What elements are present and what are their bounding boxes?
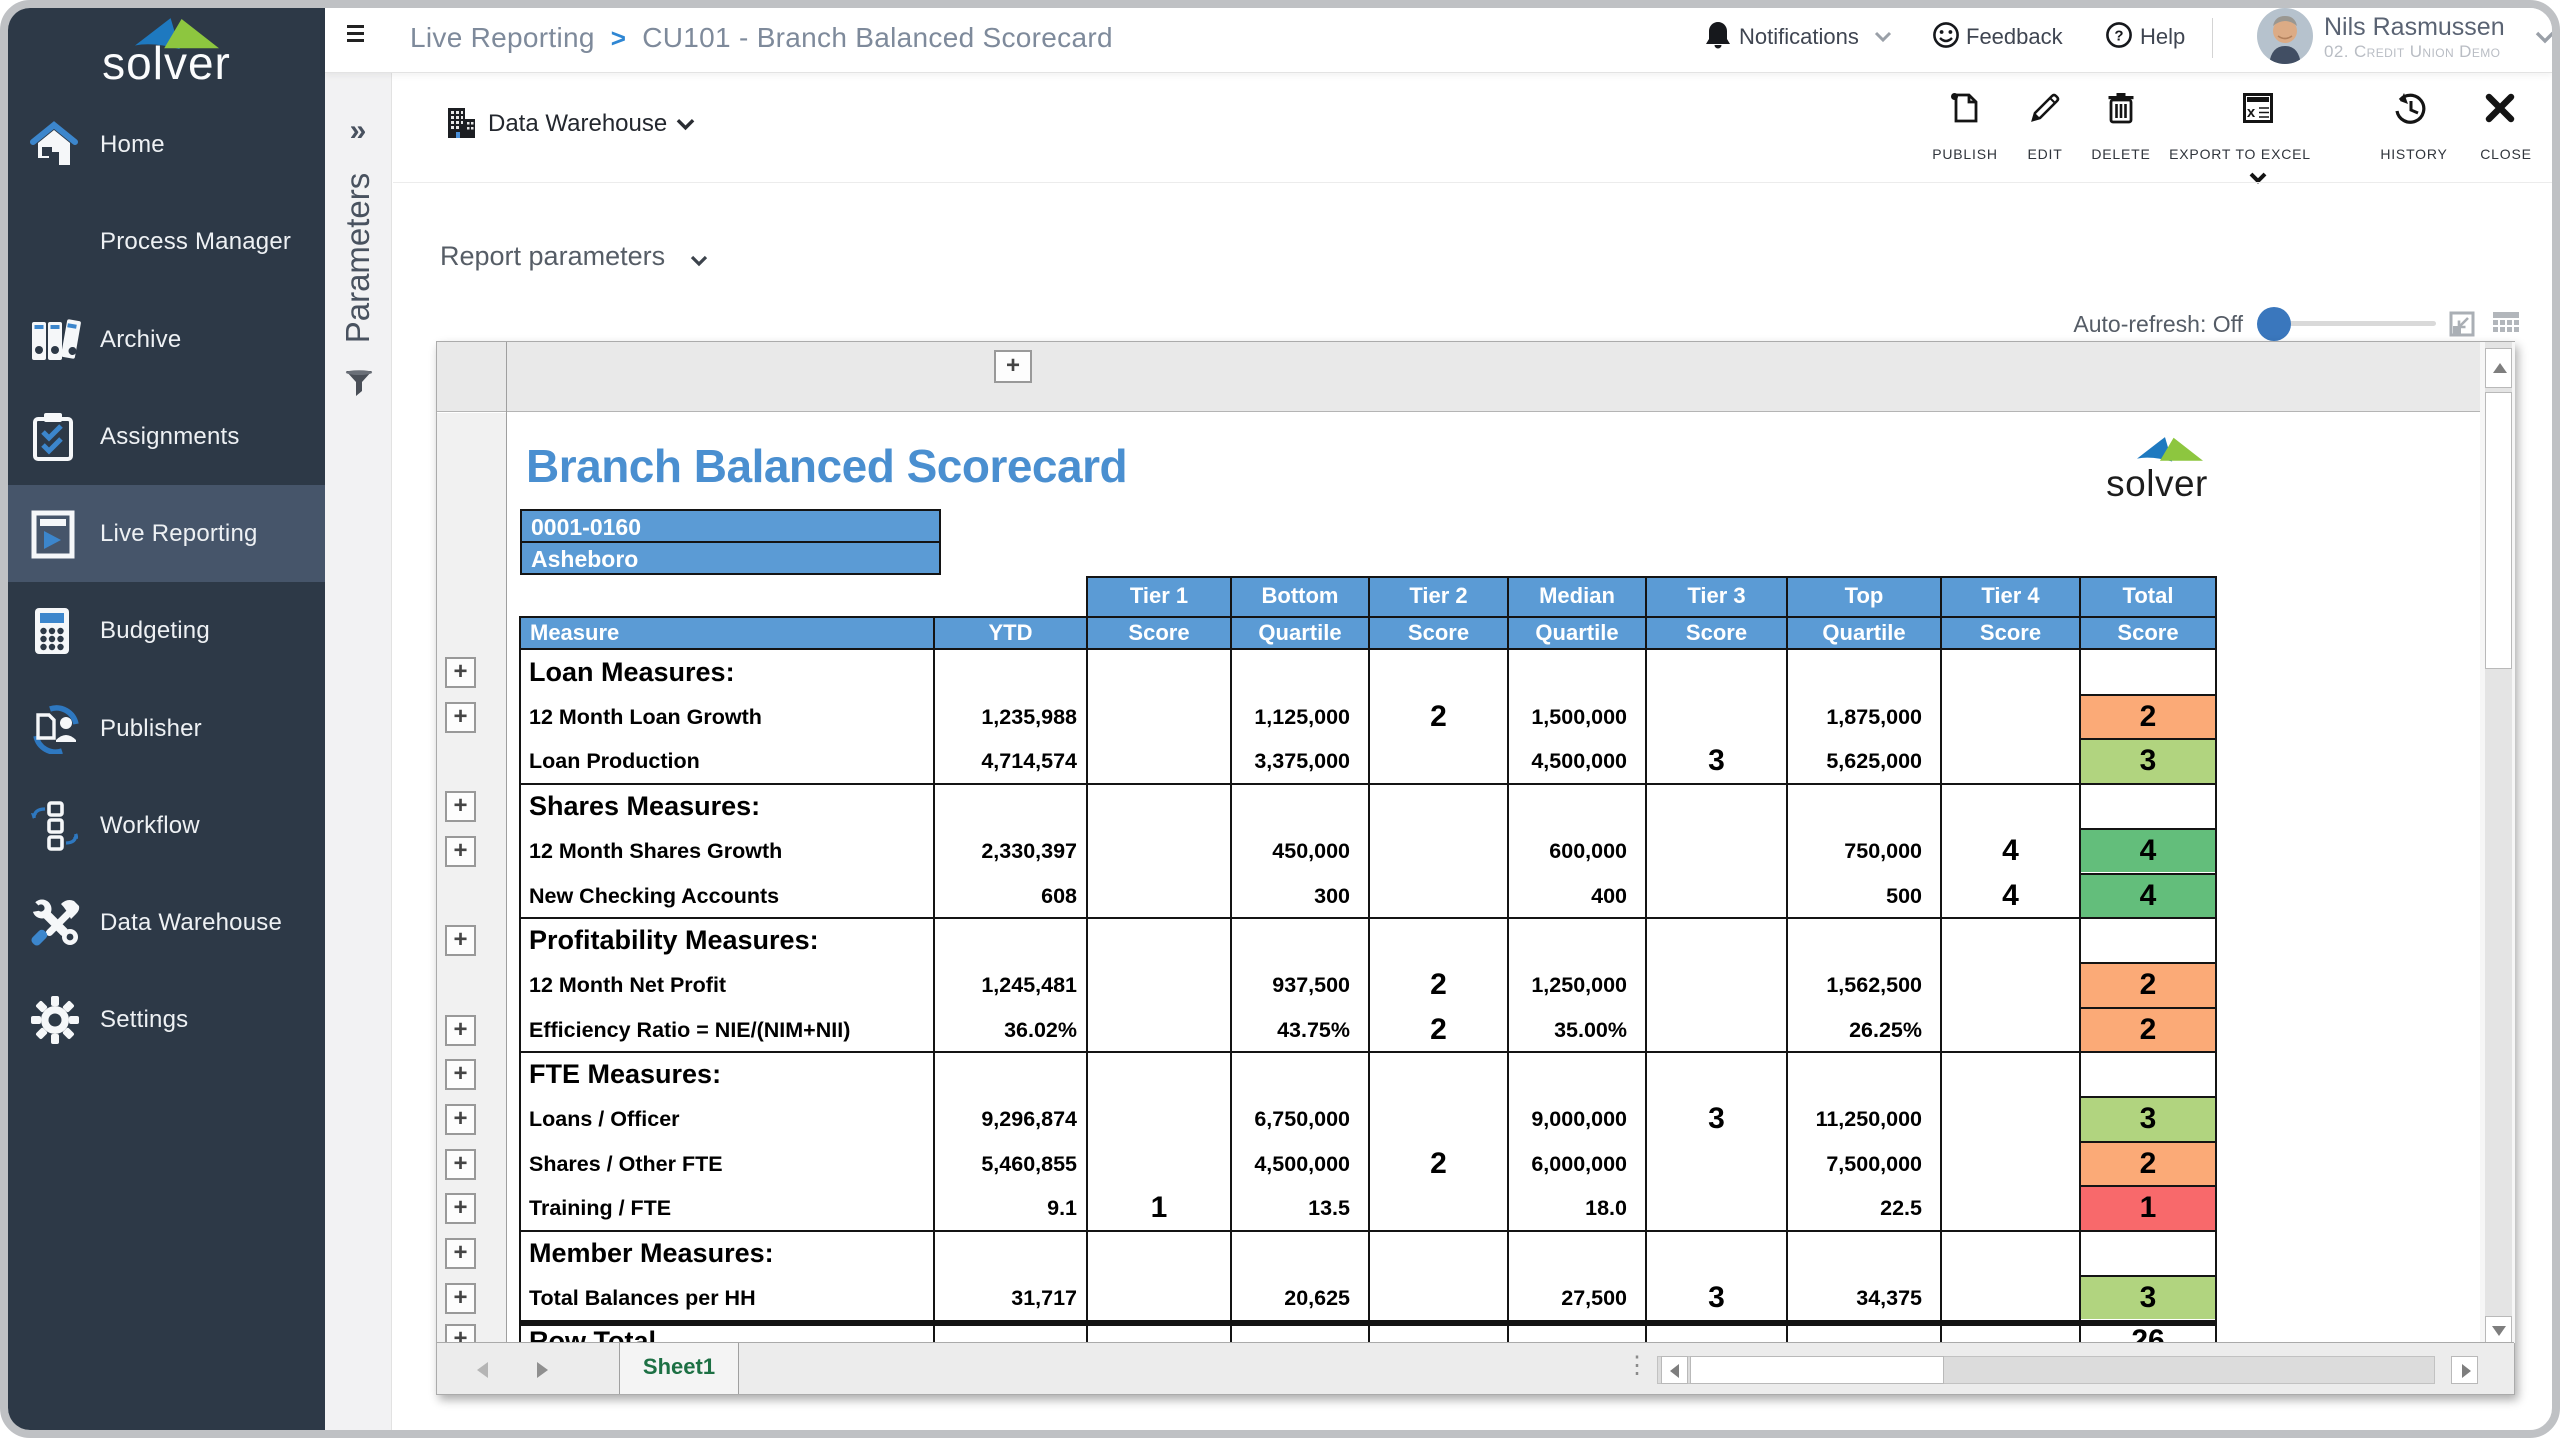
svg-text:?: ? xyxy=(2114,28,2123,45)
svg-text:x: x xyxy=(2247,104,2256,121)
